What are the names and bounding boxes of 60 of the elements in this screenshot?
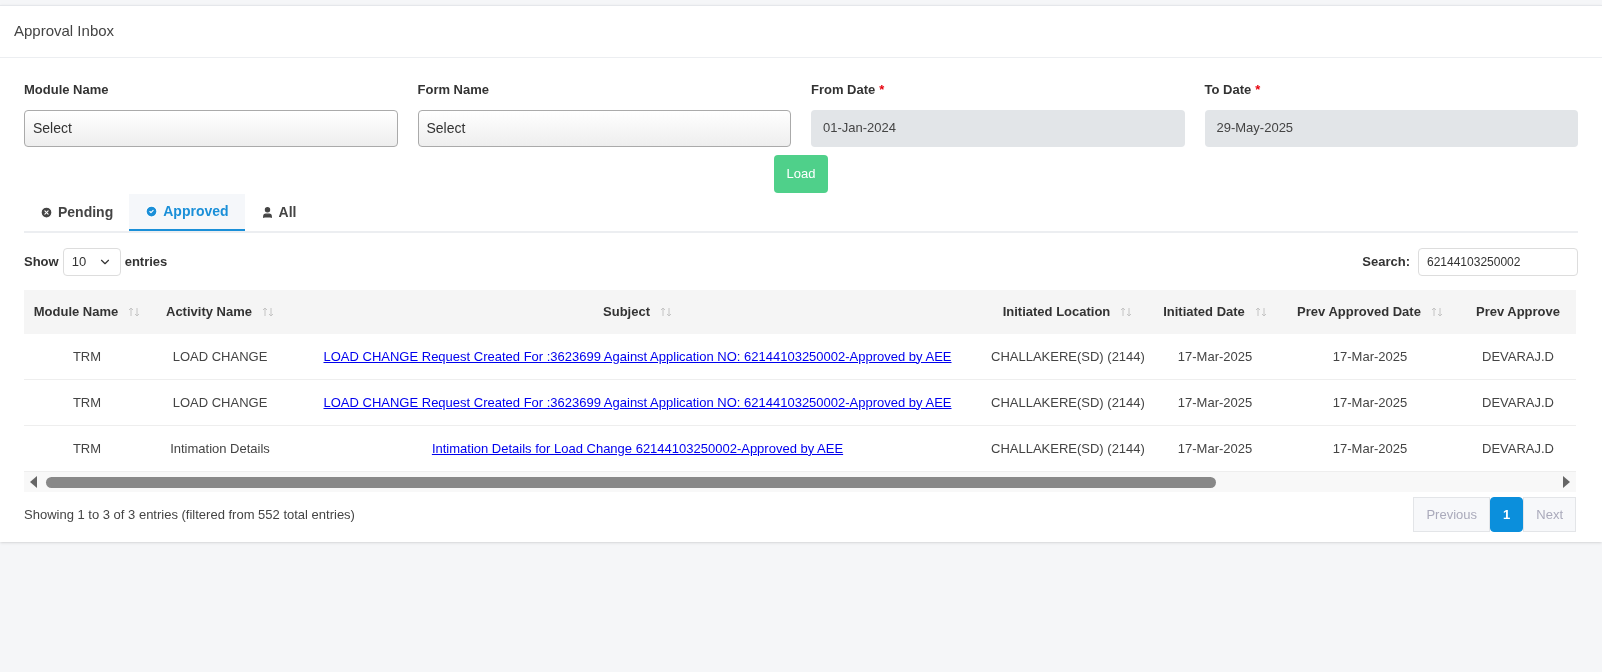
- entries-select[interactable]: 10: [62, 247, 121, 276]
- column-header[interactable]: Initiated Date: [1163, 301, 1245, 322]
- table-cell: TRM: [72, 440, 102, 456]
- sort-icon: [262, 306, 274, 317]
- table-cell: CHALLAKERE(SD) (2144): [991, 348, 1145, 364]
- x-circle-icon: [40, 205, 53, 219]
- column-header[interactable]: Activity Name: [166, 301, 252, 322]
- table-cell: TRM: [72, 394, 102, 410]
- sort-icon: [1254, 306, 1267, 317]
- panel-title: Approval Inbox: [14, 21, 115, 42]
- select-field[interactable]: Select: [24, 109, 398, 147]
- subject-link[interactable]: LOAD CHANGE Request Created For :3623699 Against Application NO: 62144103250002-Approved by AEE: [323, 394, 952, 410]
- table-cell: CHALLAKERE(SD) (2144): [991, 394, 1145, 410]
- table-cell: 17-Mar-2025: [1177, 394, 1253, 410]
- column-header[interactable]: Subject: [603, 301, 650, 322]
- table-info: Showing 1 to 3 of 3 entries (filtered from 552 total entries): [24, 505, 355, 524]
- table-cell: Intimation Details: [170, 440, 270, 456]
- table-cell: 17-Mar-2025: [1177, 348, 1253, 364]
- column-header[interactable]: Prev Approved Date: [1297, 301, 1421, 322]
- field-label: To Date: [1204, 81, 1252, 99]
- user-icon: [260, 205, 274, 219]
- tab[interactable]: Pending: [24, 193, 130, 231]
- horizontal-scrollbar[interactable]: [24, 472, 1576, 492]
- required-mark: *: [1255, 81, 1261, 99]
- table-cell: DEVARAJ.D: [1482, 440, 1554, 456]
- subject-link[interactable]: Intimation Details for Load Change 62144103250002-Approved by AEE: [431, 440, 844, 456]
- table-cell: DEVARAJ.D: [1482, 348, 1554, 364]
- scroll-right-icon[interactable]: [1562, 476, 1570, 488]
- table-cell: 17-Mar-2025: [1332, 440, 1408, 456]
- page-button[interactable]: 1: [1490, 497, 1524, 532]
- table-cell: CHALLAKERE(SD) (2144): [991, 440, 1145, 456]
- tab[interactable]: All: [244, 193, 313, 231]
- date-field[interactable]: 01-Jan-2024: [811, 109, 1185, 147]
- sort-icon: [1430, 306, 1443, 317]
- required-mark: *: [879, 81, 885, 99]
- field-label: From Date: [811, 81, 876, 99]
- field-label: Module Name: [24, 81, 109, 99]
- table-cell: LOAD CHANGE: [172, 394, 268, 410]
- show-label: Show: [24, 252, 59, 271]
- sort-icon: [660, 306, 672, 317]
- table-cell: 17-Mar-2025: [1332, 348, 1408, 364]
- column-header[interactable]: Prev Approve: [1475, 301, 1561, 322]
- check-circle-icon: [145, 204, 159, 218]
- table-cell: DEVARAJ.D: [1482, 394, 1554, 410]
- field-label: Form Name: [417, 81, 490, 99]
- table-cell: 17-Mar-2025: [1177, 440, 1253, 456]
- search-label: Search:: [1362, 252, 1410, 271]
- select-field[interactable]: Select: [417, 109, 791, 147]
- sort-icon: [1120, 306, 1133, 317]
- table-cell: LOAD CHANGE: [172, 348, 268, 364]
- column-header[interactable]: Initiated Location: [1002, 301, 1111, 322]
- date-field[interactable]: 29-May-2025: [1204, 109, 1578, 147]
- column-header[interactable]: Module Name: [33, 301, 119, 322]
- sort-icon: [128, 306, 141, 317]
- scroll-left-icon[interactable]: [30, 476, 38, 488]
- entries-label: entries: [124, 252, 168, 271]
- table-cell: 17-Mar-2025: [1332, 394, 1408, 410]
- search-field[interactable]: 62144103250002: [1418, 247, 1578, 276]
- table-cell: TRM: [72, 348, 102, 364]
- subject-link[interactable]: LOAD CHANGE Request Created For :3623699 Against Application NO: 62144103250002-Approved by AEE: [323, 348, 952, 364]
